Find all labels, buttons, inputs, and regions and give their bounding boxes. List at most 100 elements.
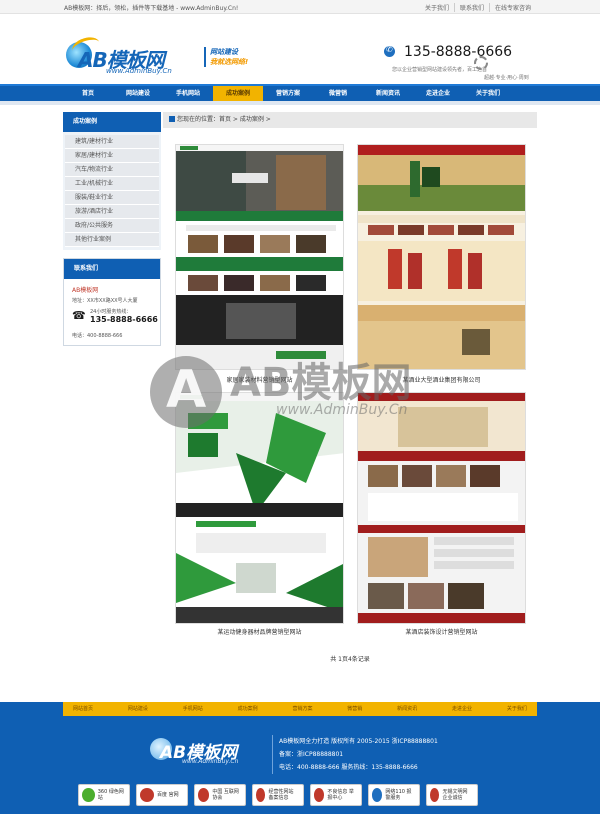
footer-nav: 网站首页 网站建设 手机网站 成功案例 营销方案 微营销 新闻资讯 走进企业 关于我们 (63, 702, 537, 716)
top-link-contact[interactable]: 联系我们 (453, 3, 489, 12)
case-title[interactable]: 家居家装材料营销型网站 (175, 375, 344, 384)
pagination: 共 1页4条记录 (330, 656, 370, 663)
nav-item[interactable]: 关于我们 (463, 86, 513, 101)
footer-logo-url: www.AdminBuy.Cn (182, 758, 239, 765)
main-nav: 首页 网站建设 手机网站 成功案例 营销方案 微营销 新闻资讯 走进企业 关于我们 (0, 84, 600, 101)
hotline-number: 135-8888-6666 (90, 315, 158, 324)
case-thumbnail[interactable] (175, 144, 344, 370)
footer-contact: 电话：400-8888-666 服务热线：135-8888-6666 (279, 764, 418, 771)
telephone-icon: ☎ (72, 309, 86, 322)
badge-icon (372, 788, 383, 802)
footer-nav-item[interactable]: 微营销 (347, 702, 362, 716)
contact-box: 联系我们 AB模板网 地址：XX市XX路XX号人大厦 ☎ 24小时服务热线： 1… (63, 258, 161, 346)
trust-badge[interactable]: 360 绿色网站 (78, 784, 130, 806)
badge-label: 360 绿色网站 (97, 789, 124, 801)
case-title[interactable]: 某酒店装饰设计营销型网站 (357, 627, 526, 636)
top-link-consult[interactable]: 在线专家咨询 (488, 3, 536, 12)
content-area: 您现在的位置：首页 > 成功案例 > 家居家装材料营销型网站 某酒业大型酒业集团… (163, 112, 537, 663)
trust-badges: 360 绿色网站 百度 官网 中国 互联网协会 经营性网站 备案信息 不良信息 举报中心… (78, 784, 478, 806)
top-bar: AB模板网：择后，领松，插件等下载基地 - www.AdminBuy.Cn! 关… (0, 0, 600, 14)
slogan-line-2: 我就选网络! (210, 58, 249, 66)
category-item[interactable]: 工业/机械行业 (65, 177, 159, 191)
footer-info: AB模板网全力打造 版权所有 2005-2015 浙ICP88888801 备案… (272, 735, 438, 774)
trust-badge[interactable]: 不良信息 举报中心 (310, 784, 362, 806)
logo-url: www.AdminBuy.Cn (106, 67, 172, 75)
trust-badge[interactable]: 无锡文明网 企业诚信 (426, 784, 478, 806)
footer-nav-item[interactable]: 手机网站 (183, 702, 203, 716)
case-card[interactable]: 某酒业大型酒业集团有限公司 (357, 144, 526, 384)
case-title[interactable]: 某酒业大型酒业集团有限公司 (357, 375, 526, 384)
category-item[interactable]: 建筑/建材行业 (65, 135, 159, 149)
badge-icon (198, 788, 210, 802)
case-thumbnail[interactable] (357, 392, 526, 624)
breadcrumb-text[interactable]: 您现在的位置：首页 > 成功案例 > (177, 116, 271, 123)
header-tagline: 超越·专业·用心·周到 (484, 75, 529, 81)
contact-tel: 电话：400-8888-666 (72, 333, 123, 339)
case-card[interactable]: 某酒店装饰设计营销型网站 (357, 392, 526, 638)
category-item[interactable]: 政府/公共服务 (65, 219, 159, 233)
slogan-line-1: 网站建设 (210, 48, 238, 56)
nav-item[interactable]: 新闻资讯 (363, 86, 413, 101)
footer-nav-item[interactable]: 网站首页 (73, 702, 93, 716)
case-thumbnail[interactable] (357, 144, 526, 370)
welcome-text: AB模板网：择后，领松，插件等下载基地 - www.AdminBuy.Cn! (64, 5, 239, 12)
phone-icon (384, 45, 395, 57)
badge-icon (82, 788, 95, 802)
badge-label: 无锡文明网 企业诚信 (442, 789, 468, 801)
category-item[interactable]: 旅游/酒店行业 (65, 205, 159, 219)
category-item[interactable]: 家居/建材行业 (65, 149, 159, 163)
nav-item[interactable]: 首页 (63, 86, 113, 101)
header-phone: 135-8888-6666 (404, 44, 513, 60)
footer-nav-item[interactable]: 营销方案 (292, 702, 312, 716)
badge-label: 中国 互联网协会 (212, 789, 239, 801)
footer-nav-item[interactable]: 走进企业 (452, 702, 472, 716)
nav-item[interactable]: 走进企业 (413, 86, 463, 101)
footer-nav-item[interactable]: 成功案例 (238, 702, 258, 716)
badge-label: 经营性网站 备案信息 (268, 789, 294, 801)
decor-gear-icon (474, 56, 488, 70)
top-links: 关于我们 联系我们 在线专家咨询 (420, 3, 536, 12)
badge-icon (140, 788, 154, 802)
footer: 网站首页 网站建设 手机网站 成功案例 营销方案 微营销 新闻资讯 走进企业 关于我们 AB模板… (0, 702, 600, 814)
badge-icon (314, 788, 325, 802)
footer-record: 备案：浙ICP88888801 (279, 751, 344, 758)
category-item[interactable]: 汽车/物流行业 (65, 163, 159, 177)
nav-item[interactable]: 手机网站 (163, 86, 213, 101)
header: AB模板网 www.AdminBuy.Cn 网站建设 我就选网络! 135-88… (0, 14, 600, 84)
contact-company: AB模板网 (72, 287, 99, 294)
header-subtext: 您以企业营销型网站建设领先者，百工之首 (392, 67, 488, 73)
sidebar-cases-title: 成功案例 (63, 112, 161, 132)
footer-nav-item[interactable]: 新闻资讯 (397, 702, 417, 716)
sidebar: 成功案例 建筑/建材行业 家居/建材行业 汽车/物流行业 工业/机械行业 服装/鞋业行业… (63, 112, 161, 346)
trust-badge[interactable]: 经营性网站 备案信息 (252, 784, 304, 806)
hotline-label: 24小时服务热线： (90, 309, 132, 315)
badge-label: 不良信息 举报中心 (327, 789, 354, 801)
home-icon (169, 116, 175, 122)
badge-label: 网络110 报警服务 (385, 789, 412, 801)
case-card[interactable]: 某运动健身器材品牌营销型网站 (175, 392, 344, 638)
trust-badge[interactable]: 中国 互联网协会 (194, 784, 246, 806)
case-thumbnail[interactable] (175, 392, 344, 624)
case-title[interactable]: 某运动健身器材品牌营销型网站 (175, 627, 344, 636)
badge-label: 百度 官网 (157, 792, 179, 798)
footer-copyright: AB模板网全力打造 版权所有 2005-2015 浙ICP88888801 (279, 738, 438, 745)
category-list: 建筑/建材行业 家居/建材行业 汽车/物流行业 工业/机械行业 服装/鞋业行业 旅游/酒店… (63, 132, 161, 250)
category-item[interactable]: 其他行业案例 (65, 233, 159, 247)
nav-item[interactable]: 网站建设 (113, 86, 163, 101)
breadcrumb: 您现在的位置：首页 > 成功案例 > (163, 112, 537, 128)
contact-hotline: ☎ 24小时服务热线： 135-8888-6666 (72, 308, 158, 328)
contact-address: 地址：XX市XX路XX号人大厦 (72, 298, 138, 304)
footer-nav-item[interactable]: 网站建设 (128, 702, 148, 716)
case-card[interactable]: 家居家装材料营销型网站 (175, 144, 344, 384)
slogan: 网站建设 我就选网络! (204, 47, 274, 67)
trust-badge[interactable]: 百度 官网 (136, 784, 188, 806)
nav-item[interactable]: 成功案例 (213, 86, 263, 101)
nav-item[interactable]: 微营销 (313, 86, 363, 101)
badge-icon (256, 788, 266, 802)
nav-item[interactable]: 营销方案 (263, 86, 313, 101)
category-item[interactable]: 服装/鞋业行业 (65, 191, 159, 205)
top-link-about[interactable]: 关于我们 (420, 3, 454, 12)
trust-badge[interactable]: 网络110 报警服务 (368, 784, 420, 806)
footer-nav-item[interactable]: 关于我们 (507, 702, 527, 716)
contact-title: 联系我们 (64, 259, 160, 279)
